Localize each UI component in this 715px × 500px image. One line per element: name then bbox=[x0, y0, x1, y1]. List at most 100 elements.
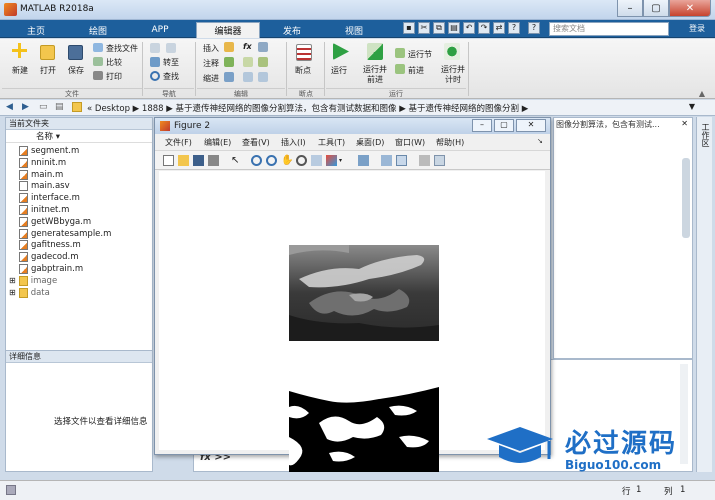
pan-hand-icon[interactable]: ✋ bbox=[281, 155, 293, 166]
tab-editor[interactable]: 编辑器 bbox=[196, 22, 260, 38]
save-quick-icon[interactable]: ▪ bbox=[403, 22, 415, 34]
colorbar-icon[interactable] bbox=[381, 155, 392, 166]
menu-file[interactable]: 文件(F) bbox=[165, 137, 192, 148]
find-files-button[interactable]: 查找文件 bbox=[106, 43, 138, 54]
fx-button[interactable]: fx bbox=[243, 42, 252, 51]
open-file-icon[interactable] bbox=[178, 155, 189, 166]
list-item[interactable]: interface.m bbox=[19, 193, 80, 204]
brush-dropdown-icon[interactable]: ▾ bbox=[339, 155, 350, 166]
menu-desktop[interactable]: 桌面(D) bbox=[356, 137, 384, 148]
run-section-button[interactable]: 运行节 bbox=[408, 49, 432, 60]
run-time-button[interactable]: 运行并 计时 bbox=[441, 65, 465, 85]
link-plot-icon[interactable] bbox=[358, 155, 369, 166]
zoom-in-icon[interactable] bbox=[251, 155, 262, 166]
figure-canvas[interactable] bbox=[159, 171, 545, 472]
close-button[interactable]: ✕ bbox=[669, 0, 711, 17]
menubar-dock-icon[interactable]: ↘ bbox=[537, 137, 543, 145]
print-button[interactable]: 打印 bbox=[106, 71, 122, 82]
list-item[interactable]: main.asv bbox=[19, 181, 70, 192]
tab-view[interactable]: 视图 bbox=[328, 22, 380, 38]
redo-quick-icon[interactable]: ↷ bbox=[478, 22, 490, 34]
tab-apps[interactable]: APP bbox=[134, 22, 186, 38]
legend-icon[interactable] bbox=[396, 155, 407, 166]
expand-icon[interactable]: ⊞ bbox=[9, 276, 16, 285]
list-item[interactable]: generatesample.m bbox=[19, 228, 111, 239]
address-dropdown-icon[interactable]: ▼ bbox=[689, 102, 695, 111]
list-item[interactable]: main.m bbox=[19, 169, 63, 180]
help-quick-icon[interactable]: ? bbox=[508, 22, 520, 34]
goto-button[interactable]: 转至 bbox=[163, 57, 179, 68]
breadcrumb-overflow[interactable]: « bbox=[87, 104, 92, 114]
list-item[interactable]: initnet.m bbox=[19, 205, 69, 215]
editor-scrollbar[interactable] bbox=[682, 158, 690, 238]
undo-quick-icon[interactable]: ↶ bbox=[463, 22, 475, 34]
save-figure-icon[interactable] bbox=[193, 155, 204, 166]
breadcrumb-folder-1[interactable]: 基于遗传神经网络的图像分割算法，包含有测试数据和图像 bbox=[176, 104, 397, 114]
help-circle-icon[interactable]: ? bbox=[528, 22, 540, 34]
list-item[interactable]: segment.m bbox=[19, 146, 79, 156]
menu-view[interactable]: 查看(V) bbox=[242, 137, 270, 148]
hide-plot-tools-icon[interactable] bbox=[419, 155, 430, 166]
editor-close-icon[interactable]: ✕ bbox=[681, 119, 688, 128]
indent-button[interactable]: 缩进 bbox=[203, 73, 219, 84]
figure-close-button[interactable]: ✕ bbox=[516, 119, 546, 132]
figure-maximize-button[interactable]: ▢ bbox=[494, 119, 514, 132]
login-link[interactable]: 登录 bbox=[689, 23, 705, 34]
list-item[interactable]: nninit.m bbox=[19, 157, 66, 168]
menu-insert[interactable]: 插入(I) bbox=[281, 137, 306, 148]
brush-icon[interactable] bbox=[326, 155, 337, 166]
save-button[interactable]: 保存 bbox=[68, 65, 84, 76]
figure-minimize-button[interactable]: – bbox=[472, 119, 492, 132]
copy-quick-icon[interactable]: ⧉ bbox=[433, 22, 445, 34]
new-button[interactable]: 新建 bbox=[12, 65, 28, 76]
menu-tools[interactable]: 工具(T) bbox=[318, 137, 345, 148]
list-item[interactable]: getWBbyga.m bbox=[19, 216, 91, 227]
list-item[interactable]: gabptrain.m bbox=[19, 264, 83, 274]
search-input[interactable]: 搜索文档 bbox=[549, 22, 669, 36]
tab-plots[interactable]: 绘图 bbox=[72, 22, 124, 38]
breadcrumb-folder-2[interactable]: 基于遗传神经网络的图像分割 bbox=[408, 104, 519, 114]
open-button[interactable]: 打开 bbox=[40, 65, 56, 76]
compare-button[interactable]: 比较 bbox=[106, 57, 122, 68]
maximize-button[interactable]: ▢ bbox=[643, 0, 669, 17]
collapse-ribbon-icon[interactable]: ▲ bbox=[699, 89, 705, 98]
data-cursor-icon[interactable] bbox=[311, 155, 322, 166]
breadcrumb-desktop[interactable]: Desktop bbox=[95, 104, 130, 114]
menu-window[interactable]: 窗口(W) bbox=[395, 137, 425, 148]
insert-button[interactable]: 插入 bbox=[203, 43, 219, 54]
breakpoints-button[interactable]: 断点 bbox=[295, 65, 311, 76]
menu-edit[interactable]: 编辑(E) bbox=[204, 137, 231, 148]
forward-arrow-icon[interactable]: ▶ bbox=[22, 102, 29, 112]
run-button[interactable]: 运行 bbox=[331, 65, 347, 76]
comment-button[interactable]: 注释 bbox=[203, 58, 219, 69]
browse-folder-icon[interactable]: ▤ bbox=[55, 102, 64, 112]
switch-windows-icon[interactable]: ⇄ bbox=[493, 22, 505, 34]
cut-quick-icon[interactable]: ✂ bbox=[418, 22, 430, 34]
folder-item[interactable]: ⊞ image bbox=[9, 275, 57, 286]
run-advance-button[interactable]: 运行并 前进 bbox=[363, 65, 387, 85]
up-folder-icon[interactable]: ▭ bbox=[39, 102, 48, 112]
run-icon bbox=[333, 43, 349, 60]
new-figure-icon[interactable] bbox=[163, 155, 174, 166]
expand-icon[interactable]: ⊞ bbox=[9, 288, 16, 297]
find-button[interactable]: 查找 bbox=[163, 71, 179, 82]
rotate-icon[interactable] bbox=[296, 155, 307, 166]
folder-item[interactable]: ⊞ data bbox=[9, 287, 50, 298]
show-plot-tools-icon[interactable] bbox=[434, 155, 445, 166]
editor-tab-title[interactable]: 图像分割算法，包含有测试... bbox=[556, 119, 660, 130]
tab-publish[interactable]: 发布 bbox=[266, 22, 318, 38]
menu-help[interactable]: 帮助(H) bbox=[436, 137, 464, 148]
figure-window[interactable]: Figure 2 – ▢ ✕ 文件(F) 编辑(E) 查看(V) 插入(I) 工… bbox=[154, 117, 551, 472]
select-arrow-icon[interactable]: ↖ bbox=[231, 155, 242, 166]
list-item[interactable]: gafitness.m bbox=[19, 240, 81, 251]
list-item[interactable]: gadecod.m bbox=[19, 252, 78, 263]
workspace-side-tab[interactable]: 工作区 bbox=[696, 117, 712, 472]
advance-button[interactable]: 前进 bbox=[408, 65, 424, 76]
minimize-button[interactable]: – bbox=[617, 0, 643, 17]
tab-home[interactable]: 主页 bbox=[10, 22, 62, 38]
paste-quick-icon[interactable]: ▤ bbox=[448, 22, 460, 34]
breadcrumb-1888[interactable]: 1888 bbox=[142, 104, 164, 114]
zoom-out-icon[interactable] bbox=[266, 155, 277, 166]
print-figure-icon[interactable] bbox=[208, 155, 219, 166]
back-arrow-icon[interactable]: ◀ bbox=[6, 102, 13, 112]
